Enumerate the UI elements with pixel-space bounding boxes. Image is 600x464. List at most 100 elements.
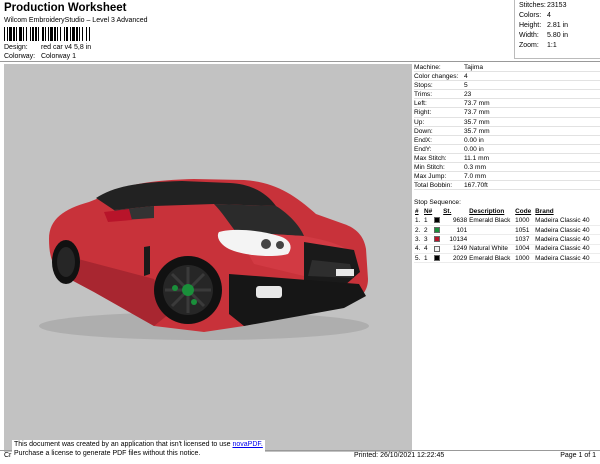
stop-cell-swatch	[433, 225, 443, 236]
info-row: Max Jump: 7.0 mm	[414, 172, 600, 182]
machine-info-panel: Machine: Tajima Color changes: 4 Stops: 5 Trim…	[414, 63, 600, 191]
stop-cell-desc: Emerald Black	[468, 216, 515, 226]
stop-cell-n: 2	[423, 225, 434, 236]
color-swatch	[434, 226, 441, 233]
stop-sequence-table: # N# St. Description Code Brand 1. 1 9638 E…	[414, 207, 600, 264]
barcode-bar	[48, 27, 49, 41]
barcode-bar	[86, 27, 87, 41]
barcode-bar	[42, 27, 44, 41]
barcode-bar	[70, 27, 71, 41]
barcode-bar	[19, 27, 22, 41]
info-value: 35.7 mm	[464, 118, 490, 126]
info-row: Color changes: 4	[414, 72, 600, 82]
col-header-stitches: St.	[443, 208, 452, 215]
notice-line-2: Purchase a license to generate PDF files…	[14, 450, 201, 457]
info-label: Total Bobbin:	[414, 182, 453, 190]
info-row: Down: 35.7 mm	[414, 127, 600, 136]
info-label: Min Stitch:	[414, 164, 445, 172]
stop-row: 1. 1 9638 Emerald Black 1000 Madeira Classic …	[414, 216, 600, 226]
barcode	[4, 27, 90, 41]
info-label: Machine:	[414, 64, 441, 71]
stop-cell-num: 3.	[414, 234, 423, 245]
info-label: Up:	[414, 118, 425, 126]
stat-value: 5.80 in	[547, 32, 569, 39]
barcode-bar	[50, 27, 53, 41]
stop-cell-st: 2029	[442, 253, 469, 264]
info-row: Min Stitch: 0.3 mm	[414, 163, 600, 173]
col-header-code: Code	[515, 208, 532, 215]
stop-cell-desc	[468, 225, 515, 236]
barcode-bar	[9, 27, 12, 41]
notice-line-1: This document was created by an applicat…	[14, 440, 263, 449]
info-row: Machine: Tajima	[414, 63, 600, 73]
col-header-brand: Brand	[535, 208, 554, 215]
info-row: Max Stitch: 11.1 mm	[414, 154, 600, 164]
info-label: Color changes:	[414, 73, 459, 81]
stat-colors: Colors: 4	[519, 12, 551, 19]
stop-sequence-title: Stop Sequence:	[414, 199, 461, 206]
stat-value: 2.81 in	[547, 22, 569, 29]
barcode-bar	[13, 27, 15, 41]
barcode-bar	[82, 27, 83, 41]
info-row: EndX: 0.00 in	[414, 136, 600, 145]
stop-cell-num: 4.	[414, 244, 423, 255]
stat-label: Stitches:	[519, 2, 546, 9]
info-row: Up: 35.7 mm	[414, 118, 600, 127]
design-row: Design: red car v4 5,8 in	[4, 44, 91, 51]
stat-value: 1:1	[547, 42, 557, 49]
info-value: 7.0 mm	[464, 173, 486, 181]
stop-cell-swatch	[433, 216, 443, 226]
stop-cell-num: 1.	[414, 216, 423, 226]
info-value: 73.7 mm	[464, 109, 490, 117]
info-value: 0.3 mm	[464, 164, 486, 172]
stat-label: Height:	[519, 22, 542, 29]
stat-width: Width: 5.80 in	[519, 32, 568, 39]
page-number: Page 1 of 1	[560, 452, 596, 459]
stop-cell-num: 2.	[414, 225, 423, 236]
color-swatch	[434, 255, 441, 262]
barcode-bar	[7, 27, 8, 41]
info-label: Trims:	[414, 91, 433, 99]
worksheet-title: Production Worksheet	[4, 2, 127, 14]
stop-cell-n: 1	[423, 216, 434, 226]
stop-cell-brand: Madeira Classic 40	[534, 253, 600, 264]
stat-label: Width:	[519, 32, 539, 39]
colorway-value: Colorway 1	[40, 53, 76, 60]
barcode-bar	[79, 27, 80, 41]
stat-height: Height: 2.81 in	[519, 22, 568, 29]
stat-value: 23153	[547, 2, 567, 9]
stop-cell-code: 1004	[514, 244, 535, 255]
printed-timestamp: Printed: 26/10/2021 12:22:45	[354, 452, 445, 459]
license-notice: This document was created by an applicat…	[12, 440, 265, 458]
stop-cell-desc: Emerald Black	[468, 253, 515, 264]
info-row: Left: 73.7 mm	[414, 99, 600, 109]
barcode-bar	[35, 27, 37, 41]
stop-cell-swatch	[433, 234, 443, 245]
stop-cell-brand: Madeira Classic 40	[534, 234, 600, 245]
info-label: Right:	[414, 109, 432, 117]
stop-row: 5. 1 2029 Emerald Black 1000 Madeira Classic …	[414, 253, 600, 264]
info-label: Max Stitch:	[414, 154, 447, 162]
barcode-bar	[60, 27, 61, 41]
stop-cell-swatch	[433, 244, 443, 255]
colorway-label: Colorway:	[4, 53, 36, 60]
stop-cell-st: 10134	[442, 234, 469, 245]
stop-row: 3. 3 10134 1037 Madeira Classic 40	[414, 234, 600, 245]
stats-box: Stitches:23153 Colors: 4 Height: 2.81 in W…	[514, 0, 600, 59]
info-value: 23	[464, 91, 472, 99]
stop-cell-brand: Madeira Classic 40	[534, 244, 600, 255]
novapdf-link[interactable]: novaPDF.	[232, 441, 262, 448]
info-label: EndY:	[414, 145, 432, 153]
col-header-swatch	[433, 207, 442, 216]
stop-cell-code: 1000	[514, 216, 535, 226]
barcode-bar	[23, 27, 24, 41]
barcode-bar	[89, 27, 90, 41]
stop-cell-num: 5.	[414, 253, 423, 264]
info-row: EndY: 0.00 in	[414, 145, 600, 154]
barcode-bar	[30, 27, 31, 41]
info-row: Trims: 23	[414, 90, 600, 100]
stat-stitches: Stitches:23153	[519, 2, 566, 9]
info-label: Max Jump:	[414, 173, 447, 181]
barcode-bar	[66, 27, 68, 41]
colorway-row: Colorway: Colorway 1	[4, 53, 76, 60]
